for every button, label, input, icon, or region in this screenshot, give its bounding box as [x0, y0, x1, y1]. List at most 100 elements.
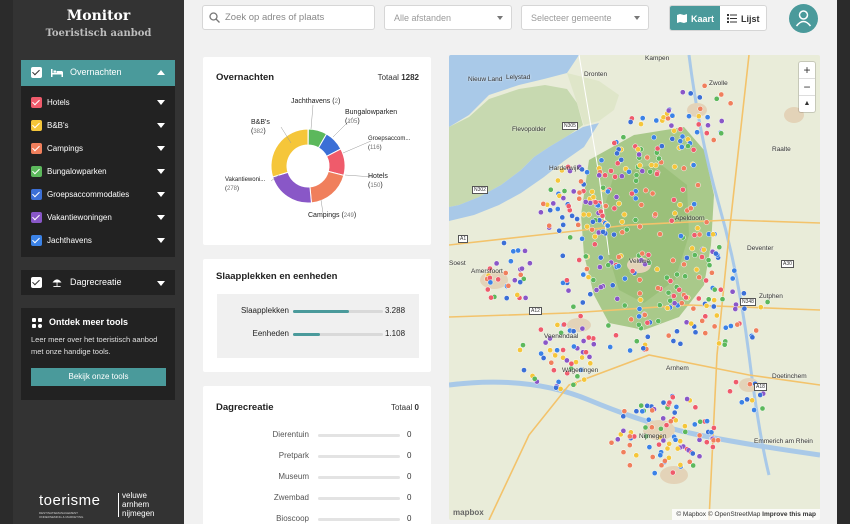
map-marker[interactable] [621, 408, 628, 415]
map-marker[interactable] [614, 150, 620, 157]
chevron-up-icon[interactable] [157, 70, 165, 75]
map-marker[interactable] [576, 195, 583, 202]
map-marker[interactable] [683, 294, 689, 301]
category-checkbox[interactable] [31, 166, 42, 177]
map-marker[interactable] [741, 305, 748, 312]
search-box[interactable] [202, 5, 375, 30]
map-marker[interactable] [579, 299, 586, 306]
donut-slice[interactable] [309, 170, 345, 204]
category-checkbox[interactable] [31, 235, 42, 246]
map-marker[interactable] [620, 427, 627, 434]
map-marker[interactable] [646, 444, 653, 450]
map-marker[interactable] [570, 188, 577, 195]
map-marker[interactable] [705, 296, 712, 303]
map-marker[interactable] [696, 231, 703, 238]
map-marker[interactable] [548, 359, 555, 366]
map-marker[interactable] [620, 449, 627, 456]
map-marker[interactable] [521, 367, 527, 373]
map-marker[interactable] [615, 254, 622, 260]
user-avatar[interactable] [789, 4, 818, 33]
mapbox-logo[interactable]: mapbox [453, 508, 484, 517]
map-marker[interactable] [636, 306, 643, 312]
chevron-down-icon[interactable] [157, 192, 165, 197]
distance-select[interactable]: Alle afstanden [384, 5, 512, 30]
map-marker[interactable] [656, 302, 663, 308]
map-marker[interactable] [689, 245, 696, 252]
map-marker[interactable] [747, 381, 753, 388]
map-marker[interactable] [522, 248, 528, 254]
map-marker[interactable] [665, 107, 672, 114]
map-marker[interactable] [540, 201, 547, 207]
map-marker[interactable] [517, 347, 523, 353]
map-marker[interactable] [764, 299, 771, 305]
map-marker[interactable] [511, 277, 518, 284]
map-marker[interactable] [627, 119, 634, 125]
map-marker[interactable] [704, 418, 710, 424]
map-marker[interactable] [639, 250, 646, 257]
map-marker[interactable] [553, 384, 559, 391]
map-marker[interactable] [635, 146, 641, 153]
map-marker[interactable] [644, 319, 651, 326]
map-marker[interactable] [667, 278, 674, 284]
map-marker[interactable] [620, 413, 627, 420]
map-marker[interactable] [721, 341, 728, 348]
map-marker[interactable] [627, 347, 633, 354]
category-item[interactable]: Groepsaccommodaties [21, 185, 175, 205]
map-marker[interactable] [718, 130, 725, 137]
map-marker[interactable] [637, 162, 643, 169]
map-marker[interactable] [514, 292, 521, 298]
map-marker[interactable] [713, 250, 719, 257]
map-marker[interactable] [648, 162, 655, 168]
map-marker[interactable] [710, 303, 717, 310]
category-item[interactable]: Jachthavens [21, 231, 175, 251]
map-marker[interactable] [677, 438, 684, 444]
map-marker[interactable] [505, 282, 512, 289]
map-marker[interactable] [667, 297, 674, 304]
map-marker[interactable] [632, 217, 639, 223]
map-marker[interactable] [554, 347, 560, 354]
map-marker[interactable] [554, 322, 561, 328]
map-marker[interactable] [641, 312, 648, 318]
map-marker[interactable] [663, 422, 670, 429]
map-marker[interactable] [590, 218, 596, 225]
map-marker[interactable] [638, 201, 645, 208]
map-marker[interactable] [690, 146, 697, 153]
map-marker[interactable] [565, 203, 572, 209]
map-marker[interactable] [580, 211, 587, 218]
map-marker[interactable] [571, 343, 577, 350]
attribution-osm-link[interactable]: © OpenStreetMap [708, 511, 760, 518]
category-checkbox[interactable] [31, 120, 42, 131]
map-marker[interactable] [687, 205, 694, 212]
map-marker[interactable] [693, 266, 700, 273]
map-marker[interactable] [579, 235, 585, 242]
map-marker[interactable] [711, 323, 718, 330]
map-marker[interactable] [570, 303, 577, 310]
category-checkbox[interactable] [31, 189, 42, 200]
map-marker[interactable] [759, 405, 766, 412]
map-marker[interactable] [685, 143, 691, 149]
chevron-down-icon[interactable] [157, 215, 165, 220]
map-marker[interactable] [738, 399, 745, 406]
map-marker[interactable] [597, 254, 604, 261]
map-marker[interactable] [729, 275, 736, 282]
map-marker[interactable] [597, 264, 603, 270]
map-marker[interactable] [703, 277, 709, 284]
map-marker[interactable] [696, 274, 702, 281]
map-marker[interactable] [495, 276, 502, 283]
map-marker[interactable] [586, 354, 593, 360]
map-marker[interactable] [649, 407, 656, 414]
map-marker[interactable] [666, 454, 672, 461]
map-marker[interactable] [671, 127, 677, 134]
map-marker[interactable] [660, 415, 667, 422]
map-marker[interactable] [551, 367, 557, 374]
map-marker[interactable] [554, 206, 561, 212]
attribution-mapbox-link[interactable]: © Mapbox [676, 511, 706, 518]
map-marker[interactable] [517, 279, 524, 285]
map-marker[interactable] [695, 113, 702, 120]
map-marker[interactable] [688, 320, 695, 327]
map-marker[interactable] [734, 321, 741, 328]
map-marker[interactable] [585, 334, 592, 341]
improve-map-link[interactable]: Improve this map [762, 511, 816, 518]
map-marker[interactable] [673, 404, 680, 410]
map-marker[interactable] [627, 462, 633, 469]
